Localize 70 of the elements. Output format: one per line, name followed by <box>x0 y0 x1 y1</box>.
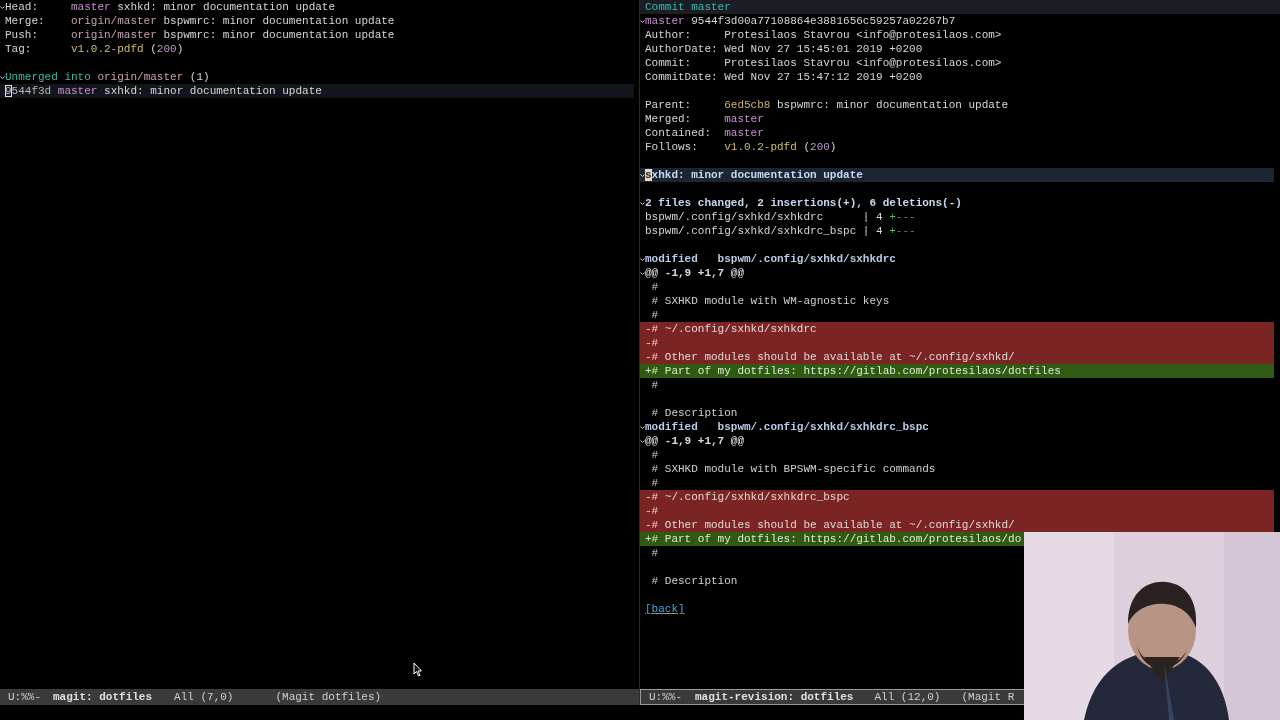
file-heading: modified bspwm/.config/sxhkd/sxhkdrc <box>645 252 896 266</box>
diff-removed-line: -# <box>645 504 659 518</box>
field-label: Parent: <box>645 98 693 112</box>
field-value: Protesilaos Stavrou <info@protesilaos.com> <box>724 56 1002 70</box>
mode-line-text: (Magit R <box>961 690 1015 704</box>
diff-added-line: +# Part of my dotfiles: https://gitlab.com/protesilaos/dotfiles <box>645 364 1061 378</box>
field-label: Tag: <box>5 42 33 56</box>
field-value: origin/master bspwmrc: minor documentation update <box>71 28 395 42</box>
line-text: bspwm/.config/sxhkd/sxhkdrc | 4 +--- <box>645 210 916 224</box>
field-label: Commit: <box>645 56 693 70</box>
line-text: master 9544f3d00a77108864e3881656c59257a02267b7 <box>645 14 956 28</box>
diff-context-line: # Description <box>650 406 738 420</box>
line-text: Unmerged into origin/master (1) <box>5 70 210 84</box>
field-label: Author: <box>645 28 693 42</box>
field-value: master sxhkd: minor documentation update <box>71 0 336 14</box>
field-value: Wed Nov 27 15:47:12 2019 +0200 <box>724 70 923 84</box>
fold-caret-icon[interactable] <box>640 424 645 430</box>
diff-context-line: # <box>650 448 659 462</box>
field-value: v1.0.2-pdfd (200) <box>724 140 837 154</box>
mode-line-text: magit: dotfiles <box>53 690 153 704</box>
diff-context-line: # SXHKD module with WM-agnostic keys <box>650 294 890 308</box>
fold-caret-icon[interactable] <box>0 74 5 80</box>
fold-caret-icon[interactable] <box>640 18 645 24</box>
mode-line-text: All (7,0) <box>174 690 234 704</box>
mode-line-text: All (12,0) <box>874 690 941 704</box>
field-label: CommitDate: <box>645 70 719 84</box>
field-label: AuthorDate: <box>645 42 719 56</box>
diff-removed-line: -# <box>645 336 659 350</box>
file-heading: modified bspwm/.config/sxhkd/sxhkdrc_bspc <box>645 420 929 434</box>
line-text: bspwm/.config/sxhkd/sxhkdrc_bspc | 4 +--- <box>645 224 916 238</box>
fold-caret-icon[interactable] <box>640 200 645 206</box>
hunk-heading: @@ -1,9 +1,7 @@ <box>645 266 745 280</box>
field-value: master <box>724 112 764 126</box>
mode-line-text: magit-revision: dotfiles <box>695 690 854 704</box>
diff-removed-line: -# Other modules should be available at ~/.config/sxhkd/ <box>645 350 1015 364</box>
diff-context-line: # Description <box>650 574 738 588</box>
diff-context-line: # <box>650 378 659 392</box>
diff-removed-line: -# ~/.config/sxhkd/sxhkdrc <box>645 322 817 336</box>
field-value: v1.0.2-pdfd (200) <box>71 42 184 56</box>
field-label: Contained: <box>645 126 712 140</box>
field-value: master <box>724 126 764 140</box>
field-value: 6ed5cb8 bspwmrc: minor documentation update <box>724 98 1009 112</box>
back-link[interactable]: [back] <box>645 602 685 616</box>
diff-removed-line: -# Other modules should be available at ~/.config/sxhkd/ <box>645 518 1015 532</box>
diffstat-summary: 2 files changed, 2 insertions(+), 6 deletions(-) <box>645 196 962 210</box>
mode-line-text: (Magit dotfiles) <box>275 690 382 704</box>
diff-context-line: # SXHKD module with BPSWM-specific commands <box>650 462 936 476</box>
diff-context-line: # <box>650 280 659 294</box>
fold-caret-icon[interactable] <box>640 172 645 178</box>
hunk-heading: @@ -1,9 +1,7 @@ <box>645 434 745 448</box>
field-label: Merged: <box>645 112 693 126</box>
fold-caret-icon[interactable] <box>640 270 645 276</box>
fold-caret-icon[interactable] <box>640 256 645 262</box>
field-label: Head: <box>5 0 39 14</box>
field-label: Follows: <box>645 140 699 154</box>
diff-context-line: # <box>650 308 659 322</box>
diff-removed-line: -# ~/.config/sxhkd/sxhkdrc_bspc <box>645 490 850 504</box>
mouse-pointer-icon <box>413 662 423 677</box>
field-label: Push: <box>5 28 39 42</box>
field-value: Protesilaos Stavrou <info@protesilaos.com> <box>724 28 1002 42</box>
diff-context-line: # <box>650 546 659 560</box>
field-label: Merge: <box>5 14 46 28</box>
field-value: origin/master bspwmrc: minor documentation update <box>71 14 395 28</box>
fold-caret-icon[interactable] <box>0 4 5 10</box>
diff-context-line: # <box>650 476 659 490</box>
mode-line-text: U:%%- <box>8 690 41 704</box>
mode-line-text: U:%%- <box>649 690 682 704</box>
fold-caret-icon[interactable] <box>640 438 645 444</box>
field-value: Wed Nov 27 15:45:01 2019 +0200 <box>724 42 923 56</box>
diff-added-line: +# Part of my dotfiles: https://gitlab.com/protesilaos/do <box>645 532 1022 546</box>
